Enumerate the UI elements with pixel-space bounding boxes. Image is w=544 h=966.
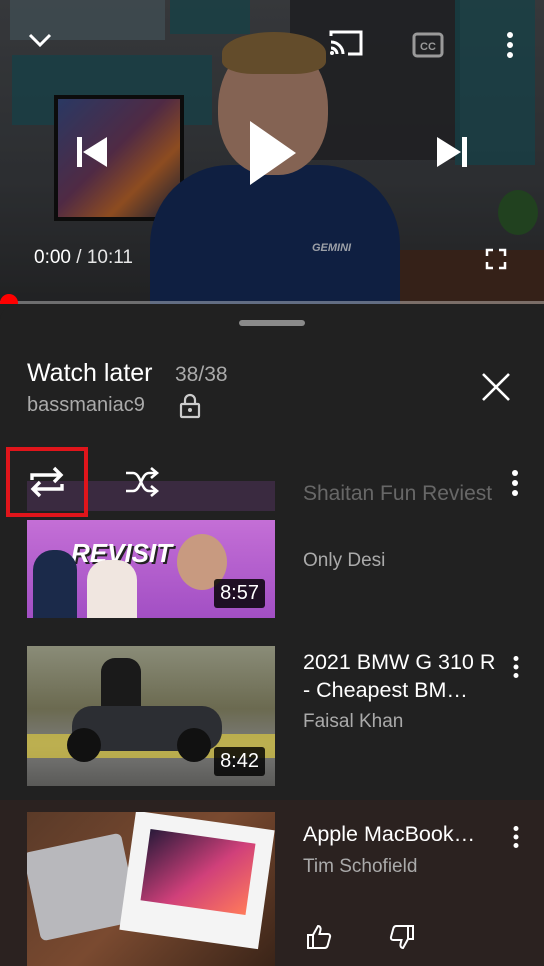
closed-captions-icon: CC xyxy=(412,32,444,58)
skip-previous-icon xyxy=(77,137,107,167)
video-thumbnail[interactable]: REVISIT 8:57 xyxy=(27,520,275,618)
channel-name: Only Desi xyxy=(303,550,386,571)
fullscreen-button[interactable] xyxy=(482,245,510,273)
minimize-button[interactable] xyxy=(24,26,56,54)
time-separator: / xyxy=(70,247,87,268)
thumbs-up-icon xyxy=(307,924,332,949)
svg-text:CC: CC xyxy=(420,41,436,53)
video-thumbnail[interactable]: 8:42 xyxy=(27,646,275,786)
next-button[interactable] xyxy=(430,130,474,174)
skip-next-icon xyxy=(437,137,467,167)
previous-button[interactable] xyxy=(70,130,114,174)
more-vert-icon xyxy=(513,656,519,678)
close-playlist-button[interactable] xyxy=(478,369,514,405)
drag-handle[interactable] xyxy=(239,320,305,326)
close-icon xyxy=(482,373,510,401)
like-button[interactable] xyxy=(305,923,333,951)
chevron-down-icon xyxy=(28,33,52,48)
player-more-button[interactable] xyxy=(498,28,522,62)
play-button[interactable] xyxy=(240,115,304,191)
dislike-button[interactable] xyxy=(388,923,416,951)
channel-name: Tim Schofield xyxy=(303,856,418,877)
current-time: 0:00 xyxy=(34,247,71,268)
playlist-panel: Watch later 38/38 bassmaniac9 Shaitan Fu… xyxy=(0,306,544,966)
thumbs-down-icon xyxy=(389,925,414,950)
playlist-owner: bassmaniac9 xyxy=(27,394,145,416)
playlist-count: 38/38 xyxy=(175,363,228,386)
progress-bar[interactable] xyxy=(0,301,544,304)
loop-button[interactable] xyxy=(6,447,88,517)
video-title: Apple MacBook… xyxy=(303,822,476,846)
total-duration: 10:11 xyxy=(86,247,133,268)
playlist-more-button[interactable] xyxy=(505,466,525,500)
shuffle-button[interactable] xyxy=(122,464,162,500)
video-duration: 8:42 xyxy=(214,747,265,776)
time-display: 0:00 / 10:11 xyxy=(34,247,133,269)
video-more-button[interactable] xyxy=(508,822,524,852)
channel-name: Faisal Khan xyxy=(303,711,404,732)
video-thumbnail[interactable] xyxy=(27,812,275,966)
more-vert-icon xyxy=(513,826,519,848)
more-vert-icon xyxy=(512,470,518,496)
lock-icon xyxy=(179,393,201,419)
cast-icon xyxy=(329,30,363,56)
play-icon xyxy=(250,121,296,185)
fullscreen-icon xyxy=(485,248,507,270)
shuffle-icon xyxy=(126,467,160,497)
video-duration: 8:57 xyxy=(214,579,265,608)
playlist-actions xyxy=(0,444,544,520)
repeat-icon xyxy=(30,466,64,498)
video-more-button[interactable] xyxy=(508,652,524,682)
playlist-title: Watch later xyxy=(27,359,153,387)
video-title: 2021 BMW G 310 R - Cheapest BM… xyxy=(303,650,496,702)
captions-button[interactable]: CC xyxy=(411,30,445,60)
more-vert-icon xyxy=(507,32,513,58)
video-player[interactable]: GEMINI CC 0:00 / 10:11 xyxy=(0,0,544,304)
cast-button[interactable] xyxy=(326,26,366,60)
